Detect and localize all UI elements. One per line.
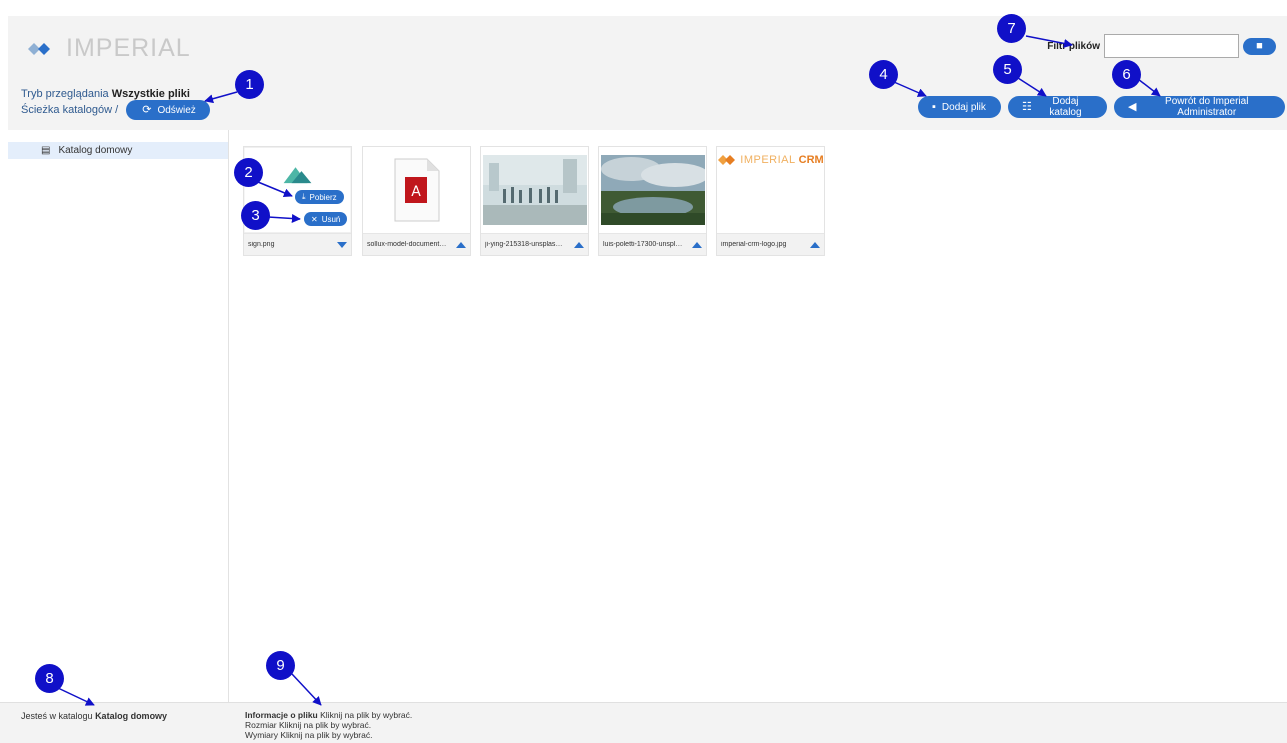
- current-directory-label: Jesteś w katalogu: [21, 711, 93, 721]
- file-filter: Filtr plików ■: [1047, 34, 1276, 58]
- tree-item-label: Katalog domowy: [58, 145, 133, 156]
- crm-logo-image: IMPERIAL CRM: [717, 153, 824, 167]
- add-file-button[interactable]: ▪ Dodaj plik: [918, 96, 1001, 118]
- download-icon: ⤓: [302, 192, 306, 201]
- crm-logo-text-b: CRM: [798, 154, 824, 166]
- back-to-admin-button[interactable]: ◀ Powrót do Imperial Administrator: [1114, 96, 1285, 118]
- file-size-text: Kliknij na plik by wybrać.: [279, 720, 372, 730]
- current-directory-value: Katalog domowy: [95, 711, 168, 721]
- file-size-label: Rozmiar: [245, 720, 277, 730]
- file-name: sollux-model-documentation: [367, 241, 447, 248]
- file-name: imperial-crm-logo.jpg: [721, 241, 787, 248]
- toggle-up-icon[interactable]: [692, 241, 702, 248]
- add-directory-icon: ☷: [1022, 100, 1032, 113]
- imperial-logo: IMPERIAL: [26, 34, 191, 63]
- file-info-title: Informacje o pliku: [245, 710, 318, 720]
- file-dims-label: Wymiary: [245, 730, 278, 740]
- crm-logo-text-a: IMPERIAL: [740, 154, 796, 166]
- file-name: luis-poletti-17300-unsplash.jpg: [603, 241, 683, 248]
- file-footer: imperial-crm-logo.jpg: [717, 233, 824, 255]
- breadcrumb: Ścieżka katalogów / ⟳ Odśwież: [21, 100, 210, 120]
- download-button[interactable]: ⤓ Pobierz: [295, 190, 344, 204]
- refresh-label: Odśwież: [157, 104, 196, 116]
- tree-item-home[interactable]: ▤ Katalog domowy: [8, 142, 228, 159]
- marker-1: 1: [235, 70, 264, 99]
- svg-text:A: A: [411, 184, 421, 200]
- diamond-logo-icon: [718, 155, 736, 165]
- refresh-button[interactable]: ⟳ Odśwież: [126, 100, 210, 120]
- marker-6: 6: [1112, 60, 1141, 89]
- file-footer: luis-poletti-17300-unsplash.jpg: [599, 233, 706, 255]
- breadcrumb-label[interactable]: Ścieżka katalogów /: [21, 104, 118, 116]
- delete-label: Usuń: [321, 214, 341, 224]
- file-dims-text: Kliknij na plik by wybrać.: [280, 730, 373, 740]
- file-footer: sollux-model-documentation: [363, 233, 470, 255]
- logo-text: IMPERIAL: [66, 34, 191, 62]
- filter-input[interactable]: [1104, 34, 1239, 58]
- filter-label: Filtr plików: [1047, 40, 1100, 52]
- add-file-label: Dodaj plik: [941, 101, 986, 113]
- marker-7: 7: [997, 14, 1026, 43]
- file-card-pdf[interactable]: A sollux-model-documentation: [362, 146, 471, 256]
- delete-button[interactable]: ✕ Usuń: [304, 212, 348, 226]
- marker-2: 2: [234, 158, 263, 187]
- close-icon: ✕: [311, 214, 318, 224]
- directory-tree: ▤ Katalog domowy: [0, 130, 229, 702]
- header-bar: IMPERIAL Tryb przeglądania Wszystkie pli…: [8, 16, 1287, 130]
- back-icon: ◀: [1128, 100, 1137, 113]
- file-footer: sign.png: [244, 233, 351, 255]
- file-card-photo-street[interactable]: ji-ying-215318-unsplash.jpg: [480, 146, 589, 256]
- toggle-up-icon[interactable]: [574, 241, 584, 248]
- file-card-photo-landscape[interactable]: luis-poletti-17300-unsplash.jpg: [598, 146, 707, 256]
- cabinet-icon: ▤: [41, 145, 51, 156]
- add-directory-label: Dodaj katalog: [1049, 96, 1082, 118]
- filter-button[interactable]: ■: [1243, 37, 1276, 55]
- view-mode-value: Wszystkie pliki: [111, 88, 190, 100]
- file-info: Informacje o pliku Kliknij na plik by wy…: [245, 710, 412, 740]
- file-card-crm-logo[interactable]: IMPERIAL CRM imperial-crm-logo.jpg: [716, 146, 825, 256]
- toggle-down-icon[interactable]: [337, 241, 347, 248]
- back-label: Powrót do Imperial Administrator: [1165, 96, 1249, 118]
- download-label: Pobierz: [309, 192, 337, 202]
- file-thumbnail: [481, 147, 588, 233]
- folder-icon: ■: [1256, 39, 1263, 52]
- marker-4: 4: [869, 60, 898, 89]
- file-thumbnail: [599, 147, 706, 233]
- file-thumbnail: A: [363, 147, 470, 233]
- current-directory: Jesteś w katalogu Katalog domowy: [21, 711, 167, 721]
- file-footer: ji-ying-215318-unsplash.jpg: [481, 233, 588, 255]
- file-thumbnail: IMPERIAL CRM: [717, 147, 824, 233]
- landscape-photo-image: [600, 155, 705, 225]
- file-name: sign.png: [248, 241, 275, 248]
- toggle-up-icon[interactable]: [456, 241, 466, 248]
- file-info-text: Kliknij na plik by wybrać.: [320, 710, 413, 720]
- marker-9: 9: [266, 651, 295, 680]
- toggle-up-icon[interactable]: [810, 241, 820, 248]
- pdf-file-icon: A: [394, 158, 439, 222]
- view-mode: Tryb przeglądania Wszystkie pliki: [21, 88, 190, 100]
- arrow-9: [291, 673, 322, 706]
- view-mode-label: Tryb przeglądania: [21, 88, 109, 100]
- add-file-icon: ▪: [932, 100, 936, 113]
- marker-3: 3: [241, 201, 270, 230]
- file-name: ji-ying-215318-unsplash.jpg: [485, 241, 565, 248]
- street-photo-image: [482, 155, 587, 225]
- marker-8: 8: [35, 664, 64, 693]
- add-directory-button[interactable]: ☷ Dodaj katalog: [1008, 96, 1107, 118]
- diamond-logo-icon: [28, 42, 50, 55]
- marker-5: 5: [993, 55, 1022, 84]
- refresh-icon: ⟳: [142, 103, 152, 116]
- status-bar: Jesteś w katalogu Katalog domowy Informa…: [0, 702, 1287, 743]
